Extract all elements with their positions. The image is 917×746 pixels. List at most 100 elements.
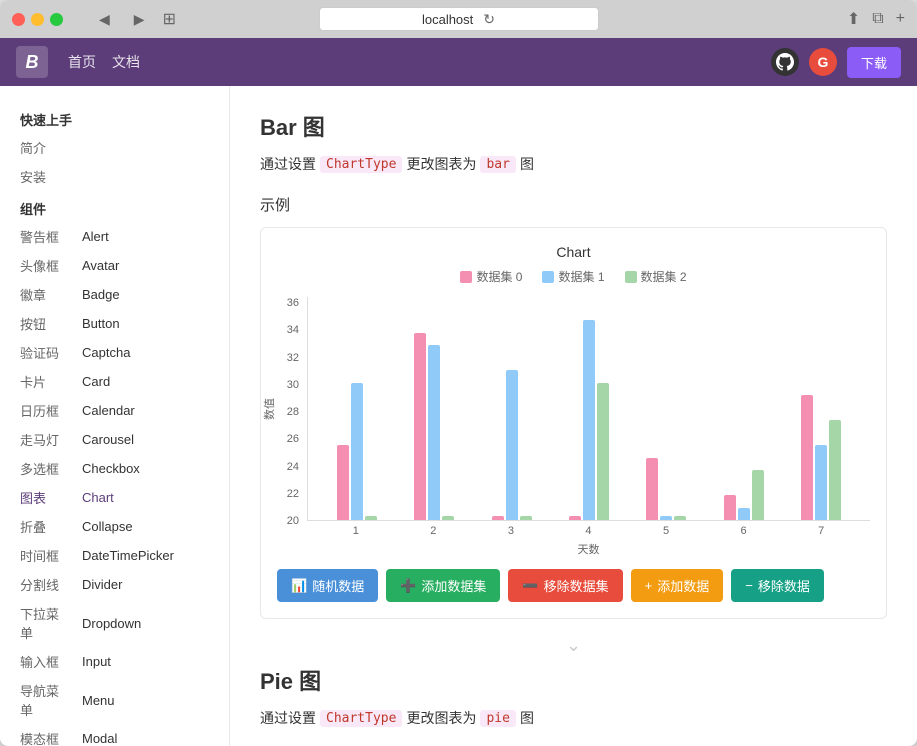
bar-0-1 <box>351 383 363 521</box>
sidebar-item-badge[interactable]: 徽章 Badge <box>0 280 229 309</box>
legend-dot-0 <box>460 271 472 283</box>
sidebar-item-datetimepicker[interactable]: 时间框 DateTimePicker <box>0 541 229 570</box>
bar-3-1 <box>583 320 595 520</box>
bar-group-6 <box>783 395 860 520</box>
sidebar-menu-zh: 导航菜单 <box>20 681 70 719</box>
bar-section-title: Bar 图 <box>260 110 887 142</box>
bar-0-2 <box>365 516 377 520</box>
bar-5-1 <box>738 508 750 521</box>
sidebar-item-alert[interactable]: 警告框 Alert <box>0 222 229 251</box>
bar-2-2 <box>520 516 532 520</box>
nav-home[interactable]: 首页 <box>68 52 96 72</box>
add-data-icon: + <box>645 578 653 593</box>
browser-nav: ◀ ▶ <box>83 9 149 30</box>
forward-button[interactable]: ▶ <box>130 9 149 30</box>
bar-group-5 <box>705 470 782 520</box>
titlebar-right: ⬆ ⧉ + <box>841 9 905 29</box>
brand-logo: B <box>16 46 48 78</box>
bar-group-3 <box>550 320 627 520</box>
content-area: Bar 图 通过设置 ChartType 更改图表为 bar 图 示例 Char… <box>230 86 917 746</box>
sidebar-item-carousel[interactable]: 走马灯 Carousel <box>0 425 229 454</box>
grid-icon[interactable]: ⊞ <box>163 9 176 29</box>
sidebar-checkbox-en: Checkbox <box>82 461 140 476</box>
close-button[interactable] <box>12 13 25 26</box>
sidebar-input-en: Input <box>82 654 111 669</box>
share-icon[interactable]: ⬆ <box>847 9 860 29</box>
bar-group-2 <box>473 370 550 520</box>
sidebar-item-card[interactable]: 卡片 Card <box>0 367 229 396</box>
titlebar: ◀ ▶ ⊞ localhost ↻ ⬆ ⧉ + <box>0 0 917 38</box>
minimize-button[interactable] <box>31 13 44 26</box>
bar-0-0 <box>337 445 349 520</box>
sidebar-item-input[interactable]: 输入框 Input <box>0 647 229 676</box>
add-tab-button[interactable]: + <box>896 9 905 29</box>
sidebar-item-install-zh: 安装 <box>20 167 70 186</box>
random-data-button[interactable]: 📊 随机数据 <box>277 569 378 602</box>
refresh-button[interactable]: ↻ <box>483 11 495 28</box>
x-axis-label: 天数 <box>307 537 870 557</box>
sidebar-item-chart[interactable]: 图表 Chart <box>0 483 229 512</box>
address-bar[interactable]: localhost ↻ <box>319 7 599 31</box>
chart-icon: 📊 <box>291 578 307 594</box>
chart-title: Chart <box>277 244 870 260</box>
bar-4-2 <box>674 516 686 520</box>
sidebar-item-intro[interactable]: 简介 <box>0 133 229 162</box>
remove-dataset-button[interactable]: ➖ 移除数据集 <box>508 569 622 602</box>
sidebar-item-dropdown[interactable]: 下拉菜单 Dropdown <box>0 599 229 647</box>
remove-data-icon: − <box>745 578 753 593</box>
sidebar-item-button[interactable]: 按钮 Button <box>0 309 229 338</box>
sidebar-card-zh: 卡片 <box>20 372 70 391</box>
legend-dot-1 <box>542 271 554 283</box>
legend-label-0: 数据集 0 <box>476 268 522 285</box>
sidebar-item-calendar[interactable]: 日历框 Calendar <box>0 396 229 425</box>
remove-data-button[interactable]: − 移除数据 <box>731 569 824 602</box>
duplicate-icon[interactable]: ⧉ <box>872 9 883 29</box>
sidebar-item-checkbox[interactable]: 多选框 Checkbox <box>0 454 229 483</box>
sidebar-modal-en: Modal <box>82 731 117 746</box>
sidebar-item-avatar[interactable]: 头像框 Avatar <box>0 251 229 280</box>
download-button[interactable]: 下载 <box>847 47 901 78</box>
charttype-code-pie: ChartType <box>320 710 402 727</box>
user-icon[interactable]: G <box>809 48 837 76</box>
nav-docs[interactable]: 文档 <box>112 52 140 72</box>
chart-container: Chart 数据集 0 数据集 1 数据集 2 <box>260 227 887 619</box>
chart-buttons: 📊 随机数据 ➕ 添加数据集 ➖ 移除数据集 + 添加数据 <box>277 569 870 602</box>
add-data-button[interactable]: + 添加数据 <box>631 569 724 602</box>
maximize-button[interactable] <box>50 13 63 26</box>
pie-section-title: Pie 图 <box>260 664 887 696</box>
sidebar-carousel-en: Carousel <box>82 432 134 447</box>
sidebar-datetimepicker-zh: 时间框 <box>20 546 70 565</box>
sidebar-card-en: Card <box>82 374 110 389</box>
sidebar-chart-en: Chart <box>82 490 114 505</box>
bar-group-1 <box>395 333 472 521</box>
sidebar-item-modal[interactable]: 模态框 Modal <box>0 724 229 746</box>
x-axis: 1 2 3 4 5 6 7 <box>307 521 870 537</box>
sidebar-item-collapse[interactable]: 折叠 Collapse <box>0 512 229 541</box>
bar-2-1 <box>506 370 518 520</box>
bar-description: 通过设置 ChartType 更改图表为 bar 图 <box>260 154 887 174</box>
sidebar: 快速上手 简介 安装 组件 警告框 Alert 头像框 Avatar 徽章 Ba… <box>0 86 230 746</box>
sidebar-item-menu[interactable]: 导航菜单 Menu <box>0 676 229 724</box>
bar-group-4 <box>628 458 705 521</box>
back-button[interactable]: ◀ <box>95 9 114 30</box>
bar-5-0 <box>724 495 736 520</box>
bar-6-0 <box>801 395 813 520</box>
bars-area: 数值 <box>307 297 870 521</box>
github-icon[interactable] <box>771 48 799 76</box>
legend-label-1: 数据集 1 <box>558 268 604 285</box>
sidebar-datetimepicker-en: DateTimePicker <box>82 548 174 563</box>
sidebar-collapse-en: Collapse <box>82 519 133 534</box>
pie-code: pie <box>480 710 515 727</box>
sidebar-collapse-zh: 折叠 <box>20 517 70 536</box>
bar-3-2 <box>597 383 609 521</box>
sidebar-alert-zh: 警告框 <box>20 227 70 246</box>
sidebar-chart-zh: 图表 <box>20 488 70 507</box>
navbar: B 首页 文档 G 下载 <box>0 38 917 86</box>
sidebar-item-divider[interactable]: 分割线 Divider <box>0 570 229 599</box>
sidebar-item-captcha[interactable]: 验证码 Captcha <box>0 338 229 367</box>
example-label: 示例 <box>260 194 887 215</box>
sidebar-dropdown-zh: 下拉菜单 <box>20 604 70 642</box>
sidebar-item-install[interactable]: 安装 <box>0 162 229 191</box>
legend-item-0: 数据集 0 <box>460 268 522 285</box>
add-dataset-button[interactable]: ➕ 添加数据集 <box>386 569 500 602</box>
